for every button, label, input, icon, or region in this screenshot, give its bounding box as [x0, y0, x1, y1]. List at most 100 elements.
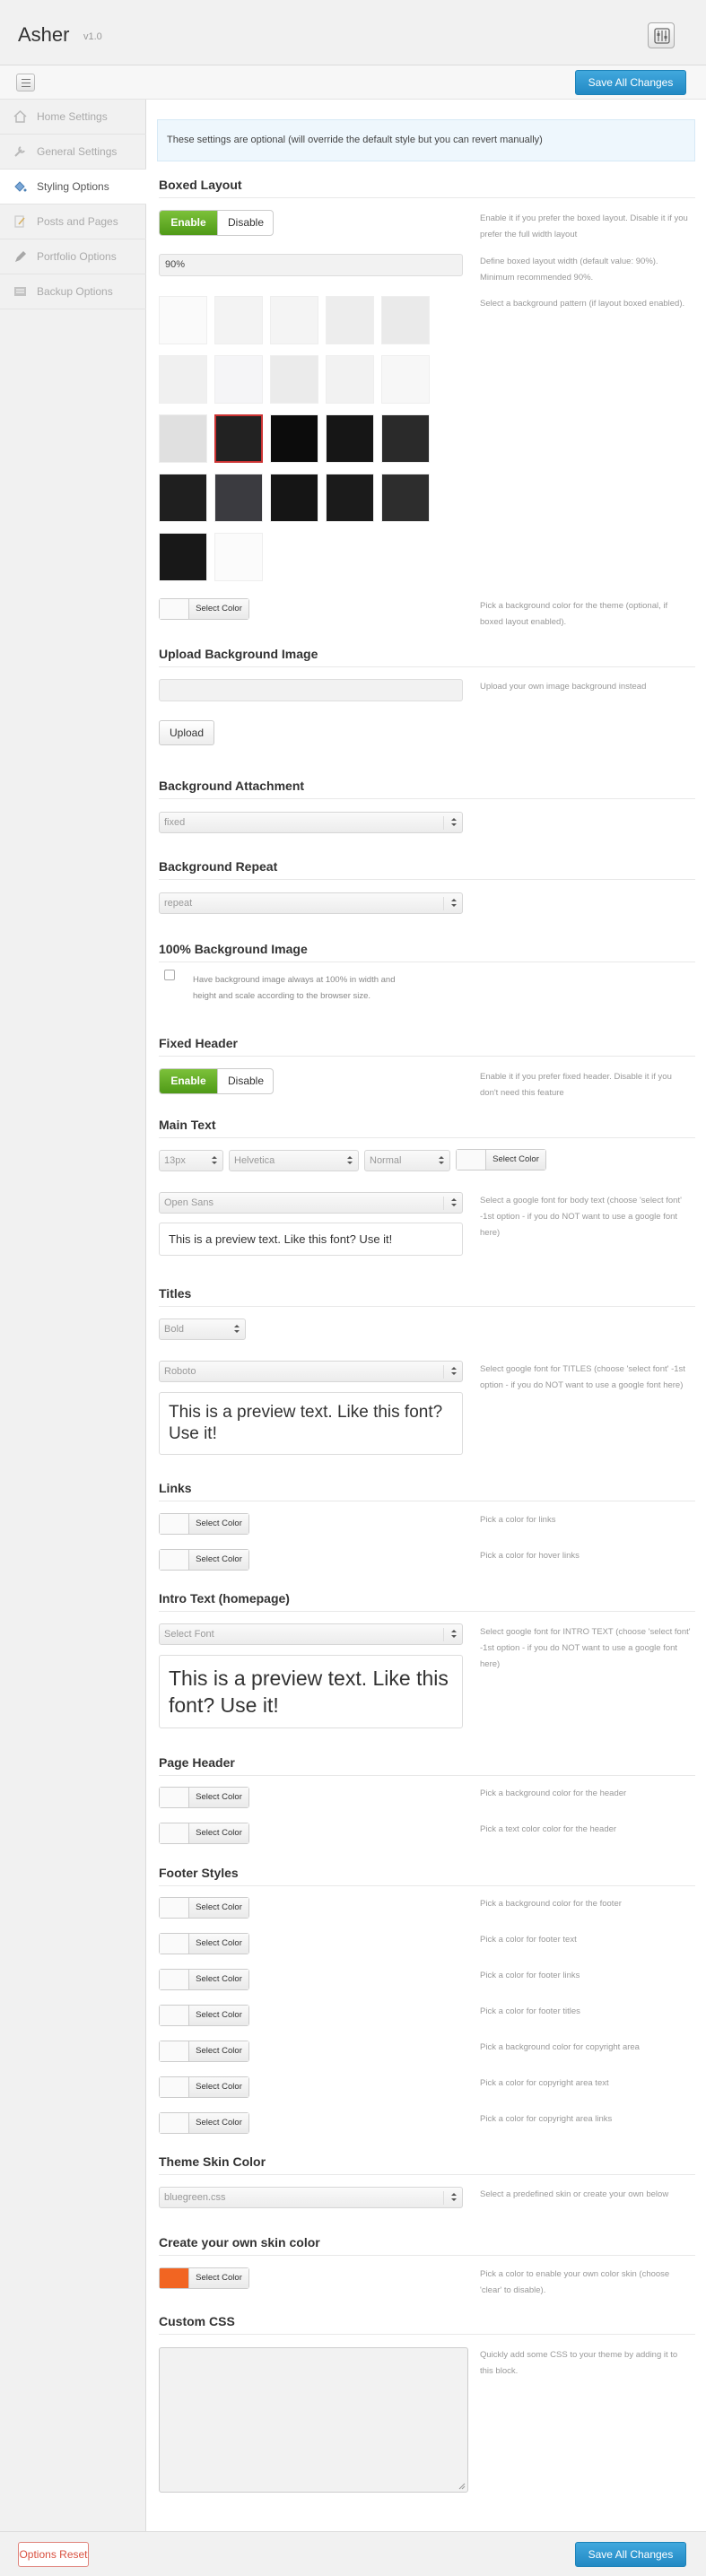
- save-all-button-top[interactable]: Save All Changes: [575, 70, 686, 95]
- footer-help: Pick a color for copyright area links: [480, 2114, 613, 2124]
- select-color-label: Select Color: [189, 2113, 248, 2133]
- pattern-swatch-selected[interactable]: [214, 414, 263, 463]
- footer-bar: Options Reset Save All Changes: [0, 2531, 706, 2576]
- sidebar-item-home-settings[interactable]: Home Settings: [0, 100, 146, 135]
- copyright-links-color-picker[interactable]: Select Color: [159, 2112, 249, 2134]
- upload-bg-input[interactable]: [159, 679, 463, 701]
- resize-grip-icon[interactable]: [458, 2483, 466, 2490]
- header-text-color-picker[interactable]: Select Color: [159, 1823, 249, 1844]
- menu-toggle-icon[interactable]: [16, 74, 35, 91]
- sidebar-item-styling-options[interactable]: Styling Options: [0, 170, 147, 205]
- upload-bg-help: Upload your own image background instead: [480, 682, 647, 692]
- fixed-header-toggle[interactable]: Enable Disable: [159, 1068, 274, 1094]
- titles-weight-select[interactable]: Bold: [159, 1318, 246, 1340]
- section-title-intro-text: Intro Text (homepage): [159, 1591, 290, 1606]
- pattern-swatch[interactable]: [270, 355, 318, 404]
- sidebar-item-portfolio-options[interactable]: Portfolio Options: [0, 239, 146, 274]
- own-skin-color-picker[interactable]: Select Color: [159, 2267, 249, 2289]
- pattern-swatch[interactable]: [326, 414, 374, 463]
- upload-button[interactable]: Upload: [159, 720, 214, 745]
- color-swatch: [160, 2268, 189, 2288]
- wrench-icon: [14, 146, 25, 157]
- bg-100-checkbox[interactable]: [164, 970, 175, 980]
- main-text-weight-select[interactable]: Normal: [364, 1150, 450, 1171]
- links-help: Pick a color for links: [480, 1515, 556, 1525]
- custom-css-textarea[interactable]: [159, 2347, 468, 2493]
- pattern-swatch[interactable]: [214, 533, 263, 581]
- sidebar-item-backup-options[interactable]: Backup Options: [0, 274, 146, 309]
- copyright-text-color-picker[interactable]: Select Color: [159, 2076, 249, 2098]
- intro-google-font-select[interactable]: Select Font: [159, 1623, 463, 1645]
- pattern-swatch[interactable]: [214, 355, 263, 404]
- options-reset-button[interactable]: Options Reset: [18, 2542, 89, 2567]
- bg-repeat-select[interactable]: repeat: [159, 892, 463, 914]
- footer-links-color-picker[interactable]: Select Color: [159, 1969, 249, 1990]
- main-text-size-select[interactable]: 13px: [159, 1150, 223, 1171]
- select-arrows-icon: [212, 1156, 217, 1166]
- footer-text-color-picker[interactable]: Select Color: [159, 1933, 249, 1954]
- footer-help: Pick a color for footer text: [480, 1935, 577, 1945]
- titles-google-font-select[interactable]: Roboto: [159, 1361, 463, 1382]
- section-title-main-text: Main Text: [159, 1118, 216, 1132]
- save-all-button-bottom[interactable]: Save All Changes: [575, 2542, 686, 2567]
- color-swatch: [160, 1898, 189, 1918]
- pattern-swatch[interactable]: [214, 296, 263, 344]
- hover-links-color-picker[interactable]: Select Color: [159, 1549, 249, 1571]
- pattern-swatch[interactable]: [270, 474, 318, 522]
- pattern-swatch[interactable]: [159, 474, 207, 522]
- enable-button[interactable]: Enable: [160, 211, 217, 235]
- select-value: Helvetica: [234, 1155, 275, 1166]
- boxed-bg-color-picker[interactable]: Select Color: [159, 598, 249, 620]
- pattern-swatch[interactable]: [270, 296, 318, 344]
- sidebar-item-posts-and-pages[interactable]: Posts and Pages: [0, 205, 146, 239]
- sidebar: Home Settings General Settings Styling O…: [0, 100, 147, 2531]
- pattern-swatch[interactable]: [214, 474, 263, 522]
- divider: [159, 2174, 695, 2175]
- boxed-width-help: Define boxed layout width (default value…: [480, 257, 658, 283]
- footer-help: Pick a color for footer titles: [480, 2006, 580, 2016]
- pattern-swatch[interactable]: [381, 355, 430, 404]
- boxed-width-input[interactable]: 90%: [159, 254, 463, 276]
- disable-button[interactable]: Disable: [217, 1069, 273, 1093]
- select-value: bluegreen.css: [164, 2192, 226, 2203]
- header-bg-help: Pick a background color for the header: [480, 1788, 627, 1798]
- sidebar-item-general-settings[interactable]: General Settings: [0, 135, 146, 170]
- pencil-icon: [15, 251, 26, 262]
- pattern-swatch[interactable]: [270, 414, 318, 463]
- color-swatch: [160, 1934, 189, 1954]
- edit-page-icon: [14, 215, 25, 228]
- main-text-family-select[interactable]: Helvetica: [229, 1150, 359, 1171]
- pattern-swatch[interactable]: [381, 296, 430, 344]
- pattern-swatch[interactable]: [381, 414, 430, 463]
- select-color-label: Select Color: [189, 2077, 248, 2097]
- divider: [159, 2334, 695, 2335]
- pattern-swatch[interactable]: [326, 296, 374, 344]
- top-bar: Asher v1.0: [0, 0, 706, 65]
- enable-button[interactable]: Enable: [160, 1069, 217, 1093]
- pattern-swatch[interactable]: [159, 533, 207, 581]
- divider: [159, 1137, 695, 1138]
- pattern-swatch[interactable]: [159, 355, 207, 404]
- color-swatch: [160, 2006, 189, 2025]
- pattern-swatch[interactable]: [159, 296, 207, 344]
- main-text-color-picker[interactable]: Select Color: [456, 1149, 546, 1171]
- copyright-bg-color-picker[interactable]: Select Color: [159, 2041, 249, 2062]
- color-swatch: [160, 2113, 189, 2133]
- theme-skin-select[interactable]: bluegreen.css: [159, 2187, 463, 2208]
- bg-attachment-select[interactable]: fixed: [159, 812, 463, 833]
- disable-button[interactable]: Disable: [217, 211, 273, 235]
- boxed-layout-toggle[interactable]: Enable Disable: [159, 210, 274, 236]
- footer-bg-color-picker[interactable]: Select Color: [159, 1897, 249, 1919]
- main-text-google-font-select[interactable]: Open Sans: [159, 1192, 463, 1214]
- divider: [159, 1611, 695, 1612]
- footer-titles-color-picker[interactable]: Select Color: [159, 2005, 249, 2026]
- select-arrows-icon: [451, 2193, 457, 2203]
- links-color-picker[interactable]: Select Color: [159, 1513, 249, 1535]
- select-color-label: Select Color: [189, 1898, 248, 1918]
- header-bg-color-picker[interactable]: Select Color: [159, 1787, 249, 1808]
- theme-tools-icon[interactable]: [648, 22, 675, 48]
- pattern-swatch[interactable]: [159, 414, 207, 463]
- pattern-swatch[interactable]: [326, 474, 374, 522]
- pattern-swatch[interactable]: [381, 474, 430, 522]
- pattern-swatch[interactable]: [326, 355, 374, 404]
